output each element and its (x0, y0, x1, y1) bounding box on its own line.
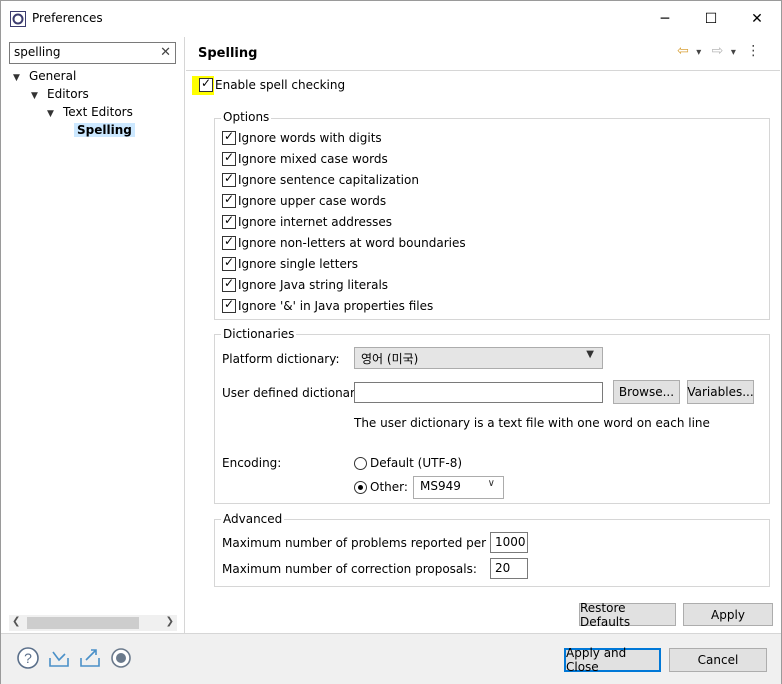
close-window-button[interactable]: ✕ (734, 1, 780, 37)
max-problems-input[interactable]: 1000 (490, 532, 528, 553)
options-group-title: Options (221, 110, 272, 124)
expand-arrow-icon[interactable]: ▼ (31, 87, 43, 105)
tree-item-label: General (29, 69, 77, 83)
ignore-java-strings-label: Ignore Java string literals (238, 278, 389, 292)
scroll-right-icon[interactable]: ❯ (166, 616, 174, 627)
back-dropdown-icon[interactable]: ▾ (696, 47, 701, 58)
dictionaries-group-title: Dictionaries (221, 327, 297, 341)
ignore-upper-case-label: Ignore upper case words (238, 194, 387, 208)
page-navigation: ⇦ ▾ ⇨ ▾ ⋮ (677, 43, 760, 59)
export-icon[interactable] (78, 646, 102, 670)
preference-tree-pane: spelling ✕ ▼ General ▼ Editors ▼ Text Edito… (1, 37, 185, 633)
enable-spell-checking-checkbox[interactable] (199, 76, 213, 92)
ignore-ampersand-label: Ignore '&' in Java properties files (238, 299, 434, 313)
ignore-digits-checkbox[interactable] (222, 129, 236, 145)
cancel-button[interactable]: Cancel (669, 648, 767, 672)
variables-button[interactable]: Variables... (687, 380, 754, 404)
default-encoding-label: Default (UTF-8) (370, 456, 463, 470)
clear-filter-icon[interactable]: ✕ (160, 45, 171, 60)
tree-item-editors[interactable]: ▼ Editors (31, 85, 89, 103)
svg-text:?: ? (24, 650, 32, 666)
tree-item-label: Text Editors (63, 105, 133, 119)
forward-arrow-icon[interactable]: ⇨ (712, 43, 724, 59)
ignore-non-letters-checkbox[interactable] (222, 234, 236, 250)
other-encoding-radio[interactable] (354, 481, 367, 494)
tree-horizontal-scrollbar[interactable]: ❮ ❯ (9, 615, 177, 631)
ignore-internet-addresses-checkbox[interactable] (222, 213, 236, 229)
tree-item-label: Editors (47, 87, 89, 101)
user-dictionary-label: User defined dictionary: (222, 386, 366, 400)
forward-dropdown-icon[interactable]: ▾ (731, 47, 736, 58)
title-bar: Preferences ─ ☐ ✕ (1, 1, 781, 37)
default-encoding-radio[interactable] (354, 457, 367, 470)
platform-dictionary-label: Platform dictionary: (222, 352, 340, 366)
preferences-window: Preferences ─ ☐ ✕ spelling ✕ ▼ General ▼ E… (0, 0, 782, 684)
ignore-mixed-case-label: Ignore mixed case words (238, 152, 388, 166)
expand-arrow-icon[interactable]: ▼ (47, 105, 59, 123)
ignore-mixed-case-checkbox[interactable] (222, 150, 236, 166)
apply-button[interactable]: Apply (683, 603, 773, 626)
tree-item-spelling[interactable]: Spelling (74, 121, 135, 139)
ignore-digits-label: Ignore words with digits (238, 131, 382, 145)
max-proposals-label: Maximum number of correction proposals: (222, 562, 477, 576)
maximize-button[interactable]: ☐ (688, 1, 734, 37)
tree-item-text-editors[interactable]: ▼ Text Editors (47, 103, 133, 121)
minimize-button[interactable]: ─ (642, 1, 688, 37)
restore-defaults-button[interactable]: Restore Defaults (579, 601, 676, 629)
enable-spell-checking-label: Enable spell checking (215, 78, 346, 92)
platform-dictionary-select[interactable]: 영어 (미국) ▼ (354, 347, 603, 369)
ignore-sentence-cap-checkbox[interactable] (222, 171, 236, 187)
expand-arrow-icon[interactable]: ▼ (13, 69, 25, 87)
user-dictionary-hint: The user dictionary is a text file with … (354, 416, 710, 430)
ignore-internet-addresses-label: Ignore internet addresses (238, 215, 393, 229)
tree-item-general[interactable]: ▼ General (13, 67, 76, 85)
browse-button[interactable]: Browse... (613, 380, 680, 404)
other-encoding-value: MS949 (420, 479, 461, 493)
eclipse-app-icon (10, 11, 26, 27)
filter-text: spelling (14, 45, 61, 59)
other-encoding-select[interactable]: MS949 ∨ (413, 476, 504, 499)
chevron-down-icon: ∨ (487, 478, 495, 489)
scrollbar-thumb[interactable] (27, 617, 139, 629)
window-title: Preferences (32, 11, 103, 25)
help-icon[interactable]: ? (16, 646, 40, 670)
ignore-ampersand-checkbox[interactable] (222, 297, 236, 313)
back-arrow-icon[interactable]: ⇦ (677, 43, 689, 59)
max-problems-label: Maximum number of problems reported per … (222, 536, 513, 550)
page-title: Spelling (198, 46, 258, 61)
chevron-down-icon: ▼ (586, 349, 594, 360)
ignore-single-letters-checkbox[interactable] (222, 255, 236, 271)
ignore-java-strings-checkbox[interactable] (222, 276, 236, 292)
advanced-group-title: Advanced (221, 512, 285, 526)
apply-and-close-button[interactable]: Apply and Close (564, 646, 661, 674)
record-icon[interactable] (109, 646, 133, 670)
ignore-sentence-cap-label: Ignore sentence capitalization (238, 173, 419, 187)
header-divider (186, 70, 780, 71)
scroll-left-icon[interactable]: ❮ (12, 616, 20, 627)
ignore-single-letters-label: Ignore single letters (238, 257, 359, 271)
import-icon[interactable] (47, 646, 71, 670)
tree-item-label: Spelling (74, 123, 135, 137)
view-menu-icon[interactable]: ⋮ (746, 43, 760, 59)
ignore-non-letters-label: Ignore non-letters at word boundaries (238, 236, 466, 250)
other-encoding-label: Other: (370, 480, 408, 494)
max-proposals-input[interactable]: 20 (490, 558, 528, 579)
ignore-upper-case-checkbox[interactable] (222, 192, 236, 208)
encoding-label: Encoding: (222, 456, 282, 470)
filter-input[interactable]: spelling ✕ (9, 42, 176, 64)
user-dictionary-input[interactable] (354, 382, 603, 403)
platform-dictionary-value: 영어 (미국) (361, 352, 419, 366)
